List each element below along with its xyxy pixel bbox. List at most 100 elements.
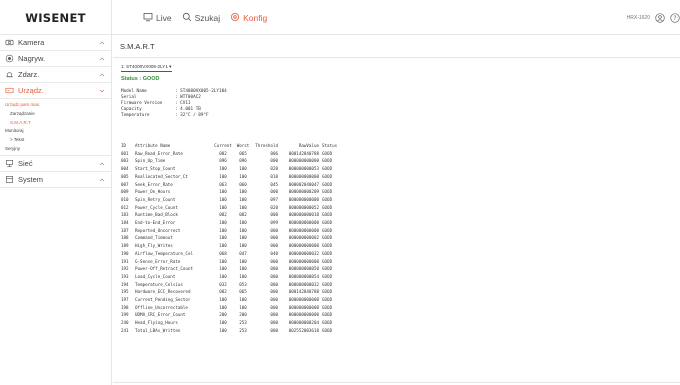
cell-threshold: 006	[270, 150, 278, 156]
record-icon	[5, 54, 14, 63]
cell-attribute: Seek_Error_Rate	[135, 181, 173, 187]
table-row: 195 Hardware_ECC_Recovered 082 065 000 000142…	[121, 288, 342, 296]
cell-id: 199	[121, 312, 129, 318]
cell-worst: 100	[239, 297, 247, 303]
cell-id: 191	[121, 258, 129, 264]
bottom-divider	[113, 382, 680, 383]
cell-current: 200	[219, 312, 227, 318]
cell-status: GOOD	[322, 243, 333, 249]
cell-threshold: 000	[270, 281, 278, 287]
info-label: Temperature	[121, 113, 150, 119]
submenu-smart[interactable]: S.M.A.R.T	[0, 119, 111, 128]
cell-worst: 253	[239, 327, 247, 333]
nav-live-label: Live	[156, 12, 172, 23]
cell-attribute: Current_Pending_Sector	[135, 297, 191, 303]
cell-rawvalue: 000000000000	[288, 243, 319, 249]
cell-rawvalue: 000000000002	[288, 235, 319, 241]
cell-id: 195	[121, 289, 129, 295]
cell-attribute: Temperature_Celsius	[135, 281, 183, 287]
cell-id: 240	[121, 320, 129, 326]
cell-threshold: 000	[270, 235, 278, 241]
table-row: 004 Start_Stop_Count 100 100 020 000000000053…	[121, 165, 342, 173]
table-row: 193 Load_Cycle_Count 100 100 000 000000000054…	[121, 273, 342, 281]
nav-config[interactable]: Konfig	[230, 12, 267, 24]
cell-status: GOOD	[322, 304, 333, 310]
cell-current: 096	[219, 158, 227, 164]
cell-rawvalue: 000000000000	[288, 258, 319, 264]
table-row: 012 Power_Cycle_Count 100 100 020 00000000005…	[121, 204, 342, 212]
cell-status: GOOD	[322, 297, 333, 303]
svg-text:?: ?	[673, 15, 676, 22]
table-row: 198 Offline_Uncorrectable 100 100 000 0000000…	[121, 304, 342, 312]
cell-id: 003	[121, 158, 129, 164]
help-icon[interactable]: ?	[670, 12, 680, 23]
cell-id: 189	[121, 243, 129, 249]
network-icon	[5, 159, 14, 168]
nav-live[interactable]: Live	[143, 12, 172, 24]
cell-id: 192	[121, 266, 129, 272]
cell-worst: 082	[239, 212, 247, 218]
sidebar-item-system[interactable]: System	[0, 172, 111, 188]
device-icon	[5, 86, 14, 95]
submenu-text[interactable]: > Tekst	[0, 136, 111, 145]
system-icon	[5, 175, 14, 184]
cell-current: 100	[219, 273, 227, 279]
sidebar-item-camera[interactable]: Kamera	[0, 35, 111, 51]
header-right: HRX-1620 ?	[627, 0, 680, 35]
cell-worst: 100	[239, 220, 247, 226]
column-header-attribute: Attribute Name	[135, 143, 171, 148]
table-row: 007 Seek_Error_Rate 063 060 045 000002040047 G…	[121, 181, 342, 189]
user-icon[interactable]	[655, 12, 665, 23]
column-header-rawvalue: RawValue	[298, 143, 319, 148]
chevron-up-icon	[99, 57, 105, 61]
submenu-monitor[interactable]: Monitoraj	[0, 127, 111, 136]
cell-current: 100	[219, 266, 227, 272]
event-icon	[5, 70, 14, 79]
cell-status: GOOD	[322, 189, 333, 195]
cell-attribute: Runtime_Bad_Block	[135, 212, 178, 218]
cell-attribute: End-to-End_Error	[135, 220, 176, 226]
cell-worst: 100	[239, 189, 247, 195]
cell-rawvalue: 000000000209	[288, 189, 319, 195]
brand-logo[interactable]: WISENET	[0, 0, 112, 35]
cell-status: GOOD	[322, 166, 333, 172]
cell-rawvalue: 000000000053	[288, 166, 319, 172]
sidebar-item-event[interactable]: Zdarz.	[0, 67, 111, 83]
sidebar: Kamera Nagryw. Zdarz. Urządz. Urządz.pam…	[0, 35, 112, 385]
table-row: 194 Temperature_Celsius 032 053 000 000000000…	[121, 281, 342, 289]
cell-id: 197	[121, 297, 129, 303]
cell-rawvalue: 000000000000	[288, 173, 319, 179]
chevron-up-icon	[99, 41, 105, 45]
cell-status: GOOD	[322, 258, 333, 264]
cell-status: GOOD	[322, 266, 333, 272]
column-header-threshold: Threshold	[255, 143, 278, 148]
disk-select[interactable]: 1: ST4000VX005-2LY1 ▾	[121, 64, 172, 72]
cell-status: GOOD	[322, 273, 333, 279]
sidebar-item-recording[interactable]: Nagryw.	[0, 51, 111, 67]
cell-rawvalue: 000000000032	[288, 281, 319, 287]
cell-attribute: Command_Timeout	[135, 235, 173, 241]
nav-search[interactable]: Szukaj	[182, 12, 220, 24]
sidebar-item-device[interactable]: Urządz.	[0, 83, 111, 99]
cell-current: 082	[219, 212, 227, 218]
cell-id: 194	[121, 281, 129, 287]
submenu-serial[interactable]: Seryjny	[0, 145, 111, 154]
table-header-row: ID Attribute Name Current Worst Threshol…	[121, 142, 342, 150]
submenu-storage[interactable]: Urządz.pam.mas.	[0, 101, 111, 110]
device-submenu: Urządz.pam.mas. Zarządzanie S.M.A.R.T Mo…	[0, 99, 111, 156]
table-row: 189 High_Fly_Writes 100 100 000 000000000000 G…	[121, 242, 342, 250]
submenu-management[interactable]: Zarządzanie	[0, 110, 111, 119]
table-row: 001 Raw_Read_Error_Rate 082 065 006 000142840…	[121, 150, 342, 158]
table-row: 184 End-to-End_Error 100 100 099 000000000000…	[121, 219, 342, 227]
cell-current: 100	[219, 220, 227, 226]
info-row-temperature: Temperature: 32°C / 89°F	[121, 113, 227, 119]
cell-attribute: Spin_Up_Time	[135, 158, 166, 164]
sidebar-item-label: Kamera	[18, 38, 45, 47]
sidebar-item-network[interactable]: Sieć	[0, 156, 111, 172]
smart-table-body: 001 Raw_Read_Error_Rate 082 065 006 000142840…	[121, 150, 342, 335]
cell-current: 100	[219, 320, 227, 326]
cell-rawvalue: 000142840788	[288, 289, 319, 295]
monitor-icon	[143, 12, 153, 24]
cell-id: 187	[121, 227, 129, 233]
cell-current: 100	[219, 235, 227, 241]
